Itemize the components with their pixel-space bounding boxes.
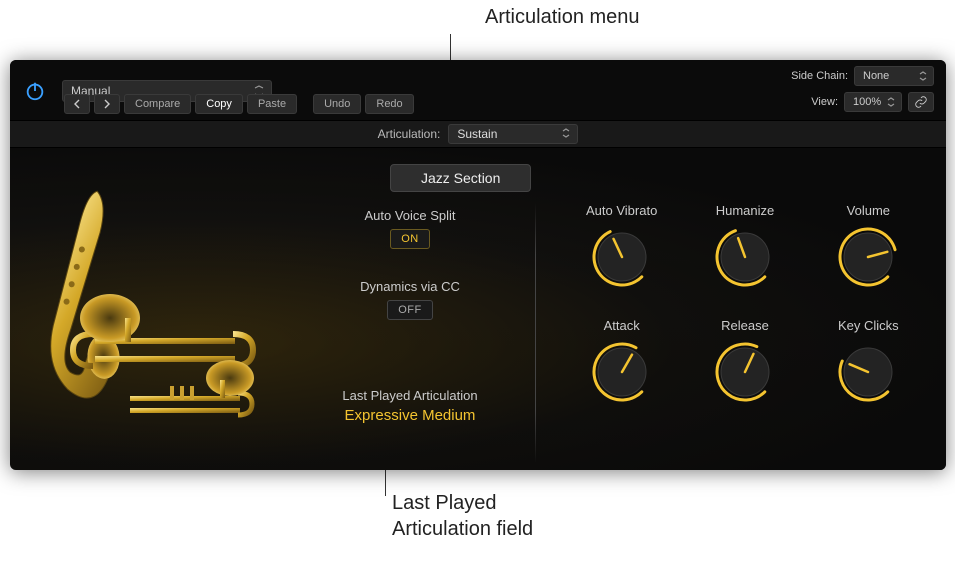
toolbar-right: Side Chain: None View: 100% [791,66,934,118]
sidechain-label: Side Chain: [791,70,848,82]
auto-voice-split-toggle[interactable]: ON [390,229,430,249]
vertical-divider [535,203,536,463]
copy-button[interactable]: Copy [195,94,243,114]
humanize-knob[interactable] [714,226,776,288]
articulation-select[interactable]: Sustain [448,124,578,144]
callout-text: Articulation field [392,516,533,542]
auto-vibrato-label: Auto Vibrato [560,203,683,218]
next-preset-button[interactable] [94,94,120,114]
link-button[interactable] [908,92,934,112]
volume-cell: Volume [807,203,930,288]
articulation-value: Sustain [457,127,497,141]
key-clicks-cell: Key Clicks [807,318,930,403]
sidechain-select[interactable]: None [854,66,934,86]
sidechain-value: None [863,70,889,82]
release-knob[interactable] [714,341,776,403]
undo-button[interactable]: Undo [313,94,361,114]
toolbar-lower-row: Compare Copy Paste Undo Redo [64,94,414,114]
toolbar: Manual Compare Copy Paste Undo Redo Side… [10,60,946,120]
view-label: View: [811,96,838,108]
volume-label: Volume [807,203,930,218]
auto-voice-split-label: Auto Voice Split [310,208,510,223]
attack-cell: Attack [560,318,683,403]
plugin-window: Manual Compare Copy Paste Undo Redo Side… [10,60,946,470]
dynamics-cc-toggle[interactable]: OFF [387,300,433,320]
humanize-label: Humanize [683,203,806,218]
dynamics-cc-group: Dynamics via CC OFF [310,279,510,320]
release-label: Release [683,318,806,333]
main-panel: Jazz Section Auto Voice Split ON Dynamic… [10,148,946,470]
compare-button[interactable]: Compare [124,94,191,114]
power-button[interactable] [20,76,50,106]
attack-label: Attack [560,318,683,333]
attack-knob[interactable] [591,341,653,403]
updown-icon [885,96,897,111]
updown-icon [560,127,572,142]
articulation-bar: Articulation: Sustain [10,120,946,148]
auto-voice-split-group: Auto Voice Split ON [310,208,510,249]
last-played-value: Expressive Medium [310,407,510,424]
last-played-articulation-field: Last Played Articulation Expressive Medi… [310,388,510,424]
prev-preset-button[interactable] [64,94,90,114]
knob-grid: Auto Vibrato Humanize Volume Attack Rele… [560,203,930,403]
redo-button[interactable]: Redo [365,94,413,114]
key-clicks-label: Key Clicks [807,318,930,333]
auto-vibrato-cell: Auto Vibrato [560,203,683,288]
callout-last-played: Last Played Articulation field [392,490,533,542]
view-zoom-select[interactable]: 100% [844,92,902,112]
volume-knob[interactable] [837,226,899,288]
view-zoom-value: 100% [853,96,881,108]
release-cell: Release [683,318,806,403]
auto-vibrato-knob[interactable] [591,226,653,288]
callout-articulation-menu: Articulation menu [485,6,640,29]
section-name-button[interactable]: Jazz Section [390,164,531,192]
left-controls: Auto Voice Split ON Dynamics via CC OFF [310,208,510,350]
last-played-label: Last Played Articulation [310,388,510,403]
key-clicks-knob[interactable] [837,341,899,403]
paste-button[interactable]: Paste [247,94,297,114]
instrument-artwork [10,178,280,438]
dynamics-cc-label: Dynamics via CC [310,279,510,294]
callout-text: Last Played [392,490,533,516]
articulation-label: Articulation: [378,127,441,141]
humanize-cell: Humanize [683,203,806,288]
updown-icon [917,70,929,85]
